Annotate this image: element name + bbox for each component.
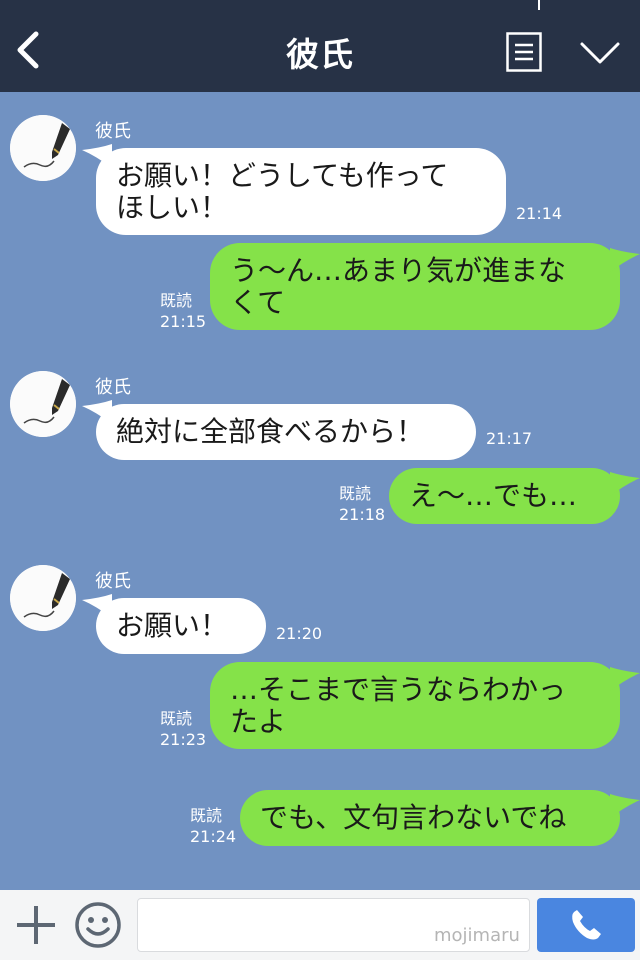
watermark: mojimaru — [434, 925, 520, 946]
call-button[interactable] — [537, 898, 635, 952]
message-bubble-incoming[interactable]: 絶対に全部食べるから！ — [96, 404, 476, 460]
message-text: でも、文句言わないでね — [260, 801, 567, 834]
fountain-pen-icon — [10, 565, 76, 631]
menu-button[interactable] — [506, 32, 542, 72]
chat-area[interactable]: 彼氏 お願い！どうしても作って ほしい！ 21:14 既読 21:15 う〜ん…… — [0, 92, 640, 890]
sender-name: 彼氏 — [95, 571, 131, 592]
message-bubble-incoming[interactable]: お願い！どうしても作って ほしい！ — [96, 148, 506, 235]
message-text: …そこまで言うならわかっ たよ — [230, 673, 567, 738]
phone-icon — [572, 910, 601, 940]
read-label: 既読 — [190, 806, 223, 825]
message-time: 21:23 — [160, 730, 207, 749]
avatar[interactable] — [10, 115, 76, 181]
message-bubble-outgoing[interactable]: え〜…でも… — [389, 468, 620, 524]
add-button[interactable] — [14, 903, 58, 947]
read-receipt: 既読 21:18 — [339, 483, 385, 525]
message-time: 21:18 — [339, 505, 386, 524]
read-receipt: 既読 21:15 — [160, 290, 206, 332]
message-text: お願い！ — [116, 609, 229, 642]
message-text: う〜ん…あまり気が進まな くて — [230, 254, 567, 319]
more-button[interactable] — [578, 36, 622, 68]
bubble-tail — [610, 667, 640, 691]
status-tick — [538, 0, 540, 10]
avatar[interactable] — [10, 565, 76, 631]
message-time: 21:14 — [516, 204, 563, 223]
fountain-pen-icon — [10, 371, 76, 437]
read-receipt: 既読 21:24 — [190, 805, 236, 847]
message-time: 21:24 — [190, 827, 237, 846]
bubble-tail — [610, 248, 640, 272]
avatar[interactable] — [10, 371, 76, 437]
message-text: お願い！どうしても作って ほしい！ — [116, 159, 449, 224]
message-time: 21:15 — [160, 312, 207, 331]
message-bubble-outgoing[interactable]: …そこまで言うならわかっ たよ — [210, 662, 620, 749]
message-bubble-outgoing[interactable]: でも、文句言わないでね — [240, 790, 620, 846]
read-label: 既読 — [160, 709, 193, 728]
read-label: 既読 — [339, 484, 372, 503]
chevron-down-icon — [580, 42, 620, 64]
sticker-button[interactable] — [74, 901, 122, 949]
plus-icon — [17, 906, 55, 944]
chat-header: 彼氏 — [0, 0, 640, 92]
fountain-pen-icon — [10, 115, 76, 181]
sender-name: 彼氏 — [95, 121, 131, 142]
message-bubble-incoming[interactable]: お願い！ — [96, 598, 266, 654]
message-text: 絶対に全部食べるから！ — [116, 415, 425, 448]
list-menu-icon — [506, 32, 542, 72]
chat-title: 彼氏 — [286, 35, 354, 74]
read-label: 既読 — [160, 291, 193, 310]
bubble-tail — [610, 472, 640, 496]
message-text: え〜…でも… — [409, 479, 578, 512]
message-time: 21:20 — [276, 624, 323, 643]
message-time: 21:17 — [486, 429, 533, 448]
message-input-bar: mojimaru — [0, 890, 640, 960]
bubble-tail — [610, 794, 640, 818]
message-bubble-outgoing[interactable]: う〜ん…あまり気が進まな くて — [210, 243, 620, 330]
read-receipt: 既読 21:23 — [160, 708, 206, 750]
smiley-icon — [75, 902, 121, 948]
sender-name: 彼氏 — [95, 377, 131, 398]
